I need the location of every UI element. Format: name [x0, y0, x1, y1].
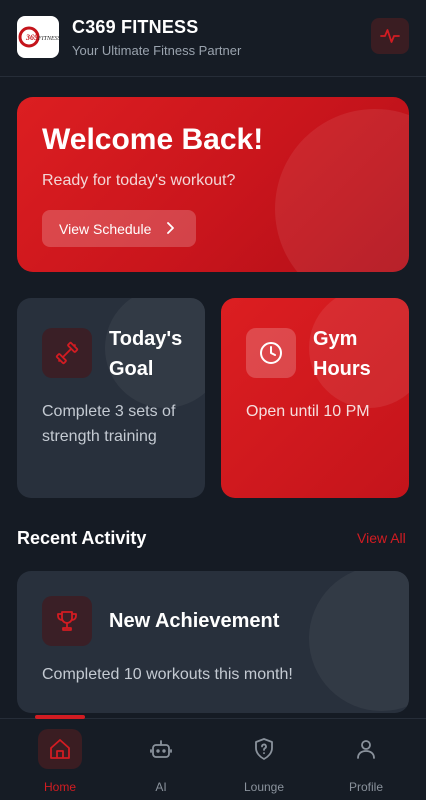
- app-subtitle: Your Ultimate Fitness Partner: [72, 43, 242, 58]
- goal-icon-box: [42, 328, 92, 378]
- nav-icon-box: [139, 729, 183, 769]
- dumbbell-icon: [55, 341, 79, 365]
- nav-item-profile[interactable]: Profile: [326, 729, 406, 799]
- todays-goal-card[interactable]: Today's Goal Complete 3 sets of strength…: [17, 298, 205, 498]
- robot-icon: [150, 740, 172, 758]
- app-header: 369 FITNESS C369 FITNESS Your Ultimate F…: [0, 0, 426, 77]
- activity-item[interactable]: New Achievement Completed 10 workouts th…: [17, 571, 409, 713]
- nav-icon-box: [242, 729, 286, 769]
- activity-description: Completed 10 workouts this month!: [42, 666, 293, 683]
- nav-icon-box: [344, 729, 388, 769]
- hours-icon-box: [246, 328, 296, 378]
- nav-label-ai: AI: [155, 780, 167, 794]
- welcome-card: Welcome Back! Ready for today's workout?…: [17, 97, 409, 272]
- decorative-circle: [309, 571, 409, 711]
- nav-icon-box: [38, 729, 82, 769]
- nav-label-home: Home: [43, 780, 76, 794]
- home-icon: [50, 739, 70, 759]
- app-title: C369 FITNESS: [72, 17, 199, 37]
- goal-description: Complete 3 sets of strength training: [42, 403, 176, 445]
- activity-pulse-icon: [380, 29, 400, 43]
- clock-icon: [260, 342, 282, 364]
- chevron-right-icon: [167, 222, 174, 234]
- recent-activity-heading: Recent Activity: [17, 528, 147, 548]
- trophy-icon-box: [42, 596, 92, 646]
- view-schedule-button[interactable]: View Schedule: [42, 210, 196, 247]
- view-schedule-label: View Schedule: [59, 220, 152, 237]
- activity-title: New Achievement: [109, 610, 280, 632]
- user-icon: [357, 740, 375, 759]
- nav-label-profile: Profile: [348, 780, 383, 794]
- nav-label-lounge: Lounge: [243, 780, 285, 794]
- nav-item-ai[interactable]: AI: [121, 729, 201, 799]
- welcome-subtitle: Ready for today's workout?: [42, 172, 236, 189]
- bottom-nav: Home AI Lounge Profile: [0, 715, 426, 800]
- welcome-title: Welcome Back!: [42, 123, 264, 156]
- nav-item-lounge[interactable]: Lounge: [224, 729, 304, 799]
- view-all-link[interactable]: View All: [357, 530, 406, 546]
- svg-text:369: 369: [25, 33, 38, 42]
- hours-description: Open until 10 PM: [246, 403, 370, 420]
- gym-hours-card[interactable]: Gym Hours Open until 10 PM: [221, 298, 409, 498]
- trophy-icon: [57, 611, 77, 631]
- app-logo: 369 FITNESS: [17, 16, 59, 58]
- shield-question-icon: [255, 738, 273, 760]
- svg-text:FITNESS: FITNESS: [37, 36, 59, 42]
- decorative-circle: [275, 109, 409, 272]
- hours-title: Gym Hours: [313, 328, 371, 380]
- active-tab-indicator: [35, 715, 85, 719]
- goal-title: Today's Goal: [109, 328, 183, 380]
- nav-item-home[interactable]: Home: [20, 729, 100, 799]
- activity-button[interactable]: [371, 18, 409, 54]
